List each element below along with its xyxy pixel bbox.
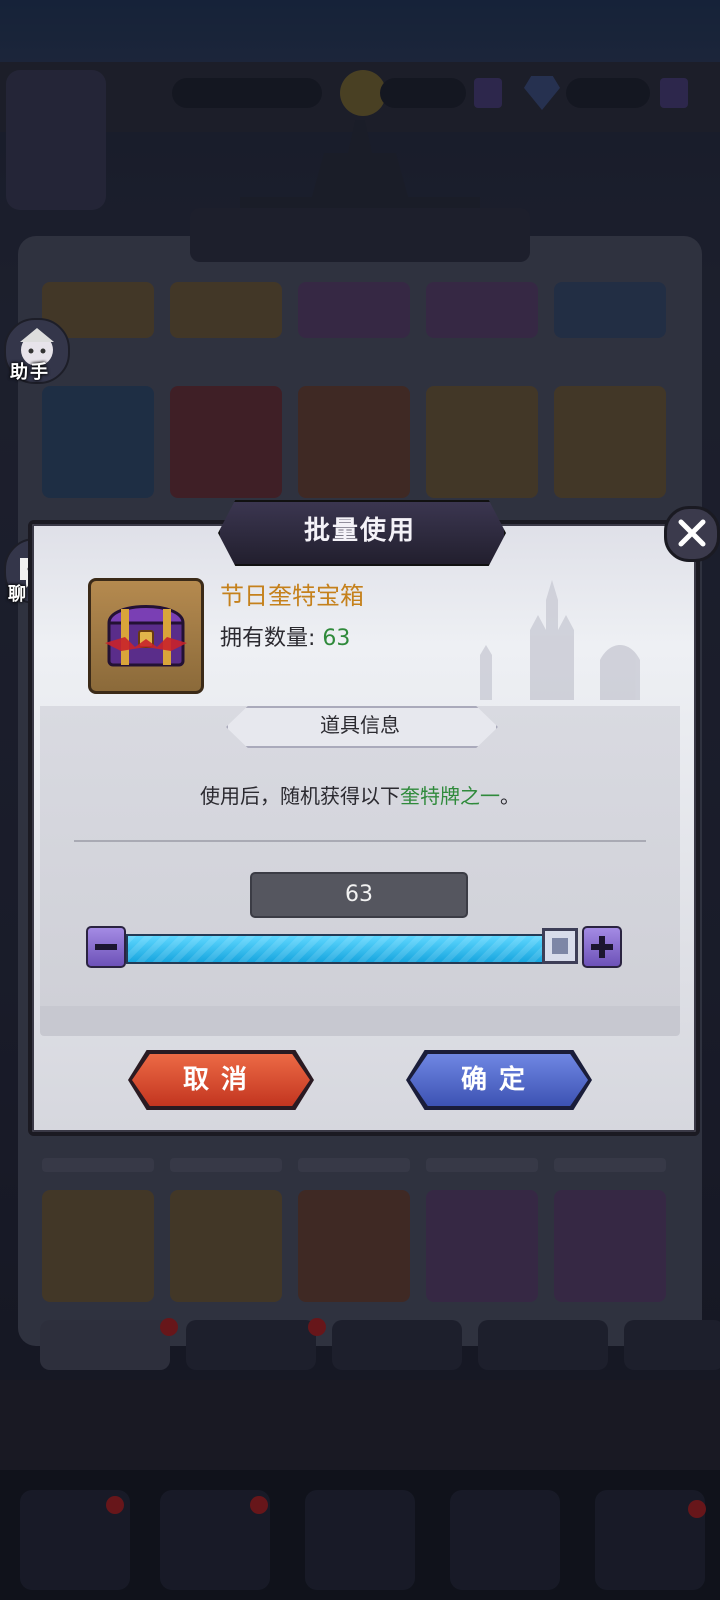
- decrease-button[interactable]: [86, 926, 126, 968]
- description-highlight: 奎特牌之一: [400, 784, 500, 808]
- close-icon[interactable]: [664, 506, 720, 562]
- description-prefix: 使用后，随机获得以下: [200, 784, 400, 808]
- treasure-chest-icon: [88, 578, 204, 694]
- quantity-slider[interactable]: [126, 934, 564, 964]
- assistant-label: 助手: [10, 362, 50, 383]
- cancel-button[interactable]: 取消: [132, 1054, 310, 1106]
- castle-decoration: [480, 580, 640, 700]
- item-name: 节日奎特宝箱: [220, 582, 364, 610]
- close-x-glyph: [678, 519, 706, 547]
- dialog-title: 批量使用: [303, 516, 416, 546]
- owned-count-label: 拥有数量:: [220, 626, 316, 651]
- quantity-slider-handle[interactable]: [542, 928, 578, 964]
- owned-count-value: 63: [322, 626, 351, 651]
- description-suffix: 。: [500, 784, 520, 808]
- increase-button[interactable]: [582, 926, 622, 968]
- chest-graphic: [105, 605, 187, 667]
- info-section-title: 道具信息: [320, 713, 400, 737]
- plus-icon: [591, 936, 613, 958]
- owned-count-row: 拥有数量: 63: [220, 620, 350, 652]
- divider: [74, 840, 646, 842]
- quantity-slider-fill: [128, 936, 562, 962]
- confirm-button[interactable]: 确定: [410, 1054, 588, 1106]
- quantity-display: 63: [250, 872, 468, 918]
- minus-icon: [95, 944, 117, 950]
- item-description: 使用后，随机获得以下奎特牌之一。: [40, 780, 680, 809]
